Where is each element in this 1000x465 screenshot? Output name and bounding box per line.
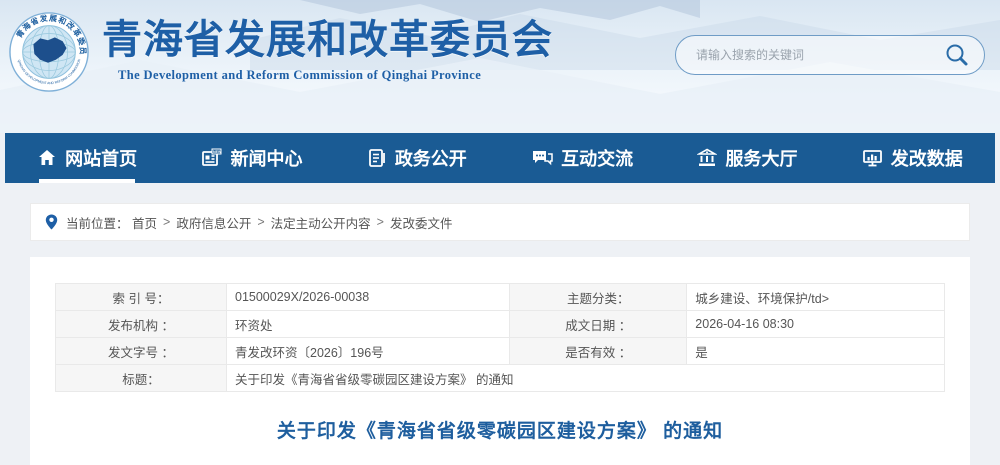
meta-label-validity: 是否有效 ：	[510, 338, 687, 365]
data-chart-icon	[862, 148, 883, 168]
nav-item-label: 新闻中心	[230, 145, 302, 171]
nav-item-news[interactable]: NEW 新闻中心	[195, 133, 308, 183]
meta-label-topic-category: 主题分类：	[510, 284, 687, 311]
meta-value-doc-number: 青发改环资〔2026〕196号	[227, 338, 510, 365]
breadcrumb-item-home[interactable]: 首页	[132, 213, 157, 232]
meta-value-issuing-agency: 环资处	[227, 311, 510, 338]
table-row: 发文字号 ： 青发改环资〔2026〕196号 是否有效 ： 是	[56, 338, 945, 365]
search-button[interactable]	[942, 40, 972, 70]
search-icon	[944, 42, 970, 68]
nav-item-label: 网站首页	[65, 145, 137, 171]
nav-item-interaction[interactable]: 互动交流	[525, 133, 639, 183]
breadcrumb-separator: >	[377, 215, 384, 229]
news-icon: NEW	[201, 148, 222, 168]
nav-item-data[interactable]: 发改数据	[856, 133, 969, 183]
nav-item-label: 发改数据	[891, 145, 963, 171]
nav-item-label: 服务大厅	[725, 145, 797, 171]
table-row: 索 引 号： 01500029X/2026-00038 主题分类： 城乡建设、环…	[56, 284, 945, 311]
nav-item-label: 互动交流	[561, 145, 633, 171]
nav-item-home[interactable]: 网站首页	[31, 133, 143, 183]
breadcrumb: 当前位置： 首页 > 政府信息公开 > 法定主动公开内容 > 发改委文件	[30, 203, 970, 241]
site-header: 青海省发展和改革委员会 QINGHAI DEVELOPMENT AND REFO…	[0, 0, 1000, 133]
meta-label-issue-date: 成文日期 ：	[510, 311, 687, 338]
document-icon	[367, 148, 387, 168]
table-row: 发布机构 ： 环资处 成文日期 ： 2026-04-16 08:30	[56, 311, 945, 338]
breadcrumb-item-documents[interactable]: 发改委文件	[390, 213, 453, 232]
nav-item-service-hall[interactable]: 服务大厅	[691, 133, 803, 183]
meta-value-issue-date: 2026-04-16 08:30	[687, 311, 945, 338]
nav-item-gov-affairs[interactable]: 政务公开	[361, 133, 473, 183]
nav-item-label: 政务公开	[395, 145, 467, 171]
breadcrumb-separator: >	[163, 215, 170, 229]
home-icon	[37, 148, 57, 168]
meta-label-doc-number: 发文字号 ：	[56, 338, 227, 365]
document-meta-table: 索 引 号： 01500029X/2026-00038 主题分类： 城乡建设、环…	[55, 283, 945, 392]
table-row: 标题： 关于印发《青海省省级零碳园区建设方案》 的通知	[56, 365, 945, 392]
meta-value-validity: 是	[687, 338, 945, 365]
agency-logo[interactable]: 青海省发展和改革委员会 QINGHAI DEVELOPMENT AND REFO…	[8, 11, 90, 93]
svg-text:NEW: NEW	[213, 150, 222, 154]
breadcrumb-prefix: 当前位置：	[66, 213, 129, 232]
breadcrumb-item-gov-info[interactable]: 政府信息公开	[176, 213, 251, 232]
main-nav: 网站首页 NEW 新闻中心 政务公开 互动交	[5, 133, 995, 183]
search-input[interactable]	[696, 48, 942, 62]
search-box	[675, 35, 985, 75]
site-title: 青海省发展和改革委员会	[102, 18, 553, 62]
chat-icon	[531, 148, 553, 168]
meta-value-index-number: 01500029X/2026-00038	[227, 284, 510, 311]
breadcrumb-separator: >	[257, 215, 264, 229]
service-hall-icon	[697, 148, 717, 168]
breadcrumb-item-statutory[interactable]: 法定主动公开内容	[271, 213, 371, 232]
meta-value-title: 关于印发《青海省省级零碳园区建设方案》 的通知	[227, 365, 945, 392]
site-subtitle: The Development and Reform Commission of…	[118, 68, 553, 83]
meta-label-index-number: 索 引 号：	[56, 284, 227, 311]
meta-label-title: 标题：	[56, 365, 227, 392]
meta-label-issuing-agency: 发布机构 ：	[56, 311, 227, 338]
meta-value-topic-category: 城乡建设、环境保护/td>	[687, 284, 945, 311]
document-title: 关于印发《青海省省级零碳园区建设方案》 的通知	[54, 416, 946, 443]
location-pin-icon	[45, 214, 58, 230]
document-panel: 索 引 号： 01500029X/2026-00038 主题分类： 城乡建设、环…	[30, 257, 970, 465]
